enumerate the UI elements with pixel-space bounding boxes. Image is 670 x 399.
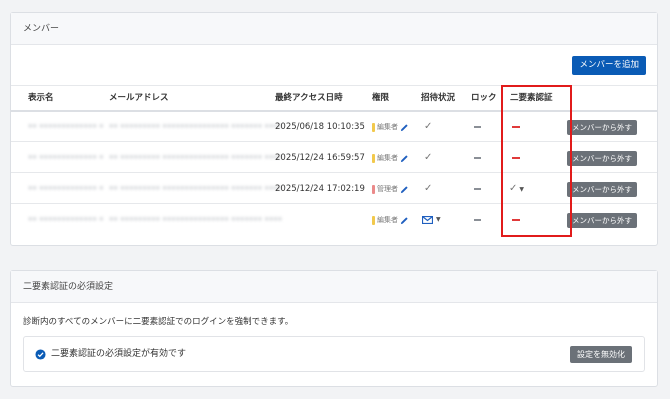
chevron-down-icon: ▼ bbox=[436, 216, 441, 223]
role-editor[interactable]: 編集者 bbox=[372, 121, 409, 133]
member-name: •• ••••••••••••• • bbox=[28, 122, 104, 131]
lock-dash-icon bbox=[474, 157, 481, 159]
pencil-icon[interactable] bbox=[400, 216, 409, 225]
last-access: 2025/06/18 10:10:35 bbox=[275, 122, 365, 132]
remove-member-button[interactable]: メンバーから外す bbox=[567, 151, 637, 166]
col-email: メールアドレス bbox=[109, 93, 169, 103]
pencil-icon[interactable] bbox=[400, 185, 409, 194]
check-circle-icon bbox=[35, 348, 46, 360]
role-editor[interactable]: 編集者 bbox=[372, 152, 409, 164]
check-icon: ✓ bbox=[424, 183, 433, 194]
check-icon: ✓ bbox=[424, 121, 433, 132]
col-lock: ロック bbox=[471, 93, 497, 103]
remove-member-button[interactable]: メンバーから外す bbox=[567, 213, 637, 228]
tfa-status-text: 二要素認証の必須設定が有効です bbox=[51, 349, 187, 359]
members-panel: メンバー メンバーを追加 表示名 メールアドレス 最終アクセス日時 権限 招待状… bbox=[10, 12, 658, 246]
remove-member-button[interactable]: メンバーから外す bbox=[567, 120, 637, 135]
role-color-bar bbox=[372, 215, 375, 225]
col-invite-status: 招待状況 bbox=[421, 93, 456, 103]
col-display-name: 表示名 bbox=[28, 93, 54, 103]
member-email: •• ••••••••• ••••••••••••••• ••••••• •••… bbox=[109, 122, 283, 131]
member-name: •• ••••••••••••• • bbox=[28, 153, 104, 162]
role-admin[interactable]: 管理者 bbox=[372, 183, 409, 195]
lock-dash-icon bbox=[474, 188, 481, 190]
tfa-status-box: 二要素認証の必須設定が有効です 設定を無効化 bbox=[23, 336, 645, 372]
disable-setting-button[interactable]: 設定を無効化 bbox=[570, 346, 632, 363]
members-panel-title: メンバー bbox=[11, 13, 657, 45]
mail-icon bbox=[422, 216, 433, 224]
tfa-panel-title: 二要素認証の必須設定 bbox=[11, 271, 657, 303]
two-factor-column-highlight bbox=[501, 85, 572, 237]
last-access: 2025/12/24 16:59:57 bbox=[275, 153, 365, 163]
role-label: 編集者 bbox=[377, 123, 398, 131]
role-color-bar bbox=[372, 153, 375, 163]
member-name: •• ••••••••••••• • bbox=[28, 184, 104, 193]
tfa-status: 二要素認証の必須設定が有効です bbox=[35, 337, 186, 371]
lock-dash-icon bbox=[474, 219, 481, 221]
pencil-icon[interactable] bbox=[400, 123, 409, 132]
role-color-bar bbox=[372, 184, 375, 194]
check-icon: ✓ bbox=[424, 152, 433, 163]
tfa-settings-panel: 二要素認証の必須設定 診断内のすべてのメンバーに二要素認証でのログインを強制でき… bbox=[10, 270, 658, 387]
lock-dash-icon bbox=[474, 126, 481, 128]
add-member-button[interactable]: メンバーを追加 bbox=[572, 56, 646, 75]
col-role: 権限 bbox=[372, 93, 390, 103]
col-last-access: 最終アクセス日時 bbox=[275, 93, 343, 103]
role-label: 編集者 bbox=[377, 154, 398, 162]
role-label: 編集者 bbox=[377, 216, 398, 224]
member-name: •• ••••••••••••• • bbox=[28, 215, 104, 224]
member-email: •• ••••••••• ••••••••••••••• ••••••• •••… bbox=[109, 215, 283, 224]
member-email: •• ••••••••• ••••••••••••••• ••••••• •••… bbox=[109, 184, 283, 193]
role-label: 管理者 bbox=[377, 185, 398, 193]
last-access: 2025/12/24 17:02:19 bbox=[275, 184, 365, 194]
invite-mail-dropdown[interactable]: ▼ bbox=[422, 205, 441, 235]
role-color-bar bbox=[372, 122, 375, 132]
tfa-description: 診断内のすべてのメンバーに二要素認証でのログインを強制できます。 bbox=[23, 317, 294, 327]
pencil-icon[interactable] bbox=[400, 154, 409, 163]
role-editor[interactable]: 編集者 bbox=[372, 214, 409, 226]
remove-member-button[interactable]: メンバーから外す bbox=[567, 182, 637, 197]
member-email: •• ••••••••• ••••••••••••••• ••••••• •••… bbox=[109, 153, 283, 162]
